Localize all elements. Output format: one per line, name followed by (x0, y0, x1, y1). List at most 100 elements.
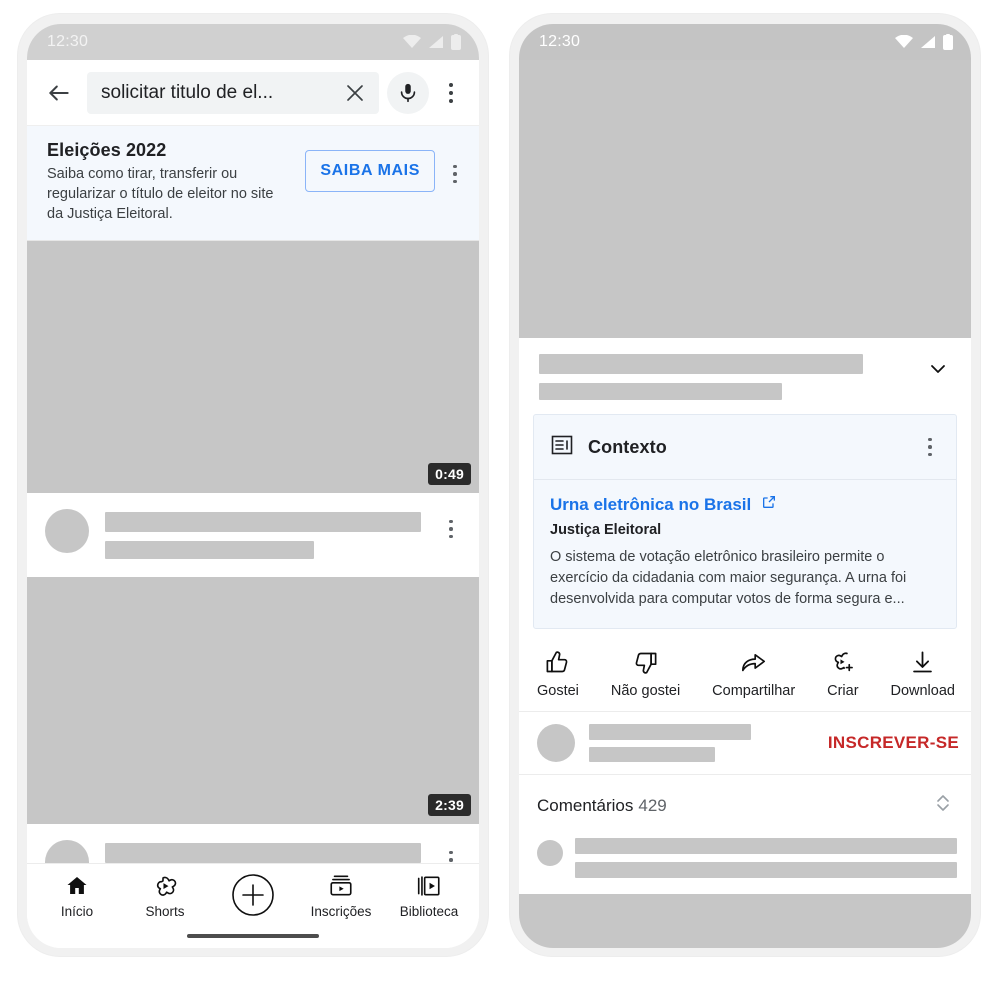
context-source: Justiça Eleitoral (550, 522, 662, 538)
video-more-vert-icon[interactable] (437, 840, 465, 863)
status-clock: 12:30 (539, 33, 581, 50)
search-app-bar: solicitar titulo de el... (27, 60, 479, 126)
action-label: Não gostei (610, 683, 681, 700)
action-nao-gostei[interactable]: Não gostei (611, 647, 680, 699)
search-input[interactable]: solicitar titulo de el... (87, 71, 379, 114)
video-player[interactable] (519, 60, 971, 338)
comments-count: 429 (638, 795, 667, 815)
channel-name-skeleton (589, 724, 814, 763)
context-card-title: Contexto (588, 436, 667, 457)
channel-row[interactable]: INSCREVER-SE (519, 712, 971, 776)
search-input-value: solicitar titulo de el... (101, 81, 274, 103)
open-in-new-icon (761, 494, 777, 515)
context-more-vert-icon[interactable] (916, 427, 944, 467)
library-icon (416, 872, 442, 900)
video-more-vert-icon[interactable] (437, 509, 465, 549)
context-card: Contexto Urna eletrônica no Brasil Justi… (533, 414, 957, 630)
action-compartilhar[interactable]: Compartilhar (712, 647, 795, 699)
nav-label: Shorts (145, 904, 185, 919)
status-icons (895, 34, 953, 50)
video-duration-badge: 0:49 (428, 463, 471, 485)
context-card-body: Urna eletrônica no Brasil Justiça Eleito… (534, 480, 956, 628)
comment-text-skeleton (575, 838, 957, 879)
screenshot-stage: 12:30 solicitar titulo de el... Eleições… (0, 0, 998, 1000)
video-card[interactable]: 2:39 (27, 577, 479, 863)
battery-icon (451, 34, 461, 50)
battery-icon (943, 34, 953, 50)
shorts-icon (152, 872, 178, 900)
status-bar-left: 12:30 (27, 24, 479, 60)
context-card-header: Contexto (534, 415, 956, 480)
download-icon (909, 647, 936, 677)
action-criar[interactable]: Criar (827, 647, 859, 700)
back-arrow-icon[interactable] (39, 73, 79, 113)
status-icons (403, 34, 461, 50)
thumb-down-icon (632, 647, 659, 677)
comments-label-wrap: Comentários 429 (537, 796, 933, 816)
action-gostei[interactable]: Gostei (537, 647, 579, 699)
thumb-up-icon (544, 647, 571, 677)
action-label: Download (890, 683, 955, 700)
election-info-body: Saiba como tirar, transferir ou regulari… (47, 166, 274, 222)
context-description: O sistema de votação eletrônico brasilei… (550, 549, 907, 608)
action-label: Compartilhar (712, 683, 796, 700)
nav-label: Inscrições (310, 904, 372, 919)
share-icon (740, 647, 767, 677)
nav-label: Biblioteca (399, 904, 459, 919)
comment-avatar (537, 840, 563, 867)
bottom-navigation: Início Shorts Inscrições Biblioteca (27, 863, 479, 948)
more-vert-icon[interactable] (437, 73, 465, 113)
create-clip-icon (829, 647, 856, 677)
home-icon (65, 872, 89, 900)
video-feed[interactable]: 0:49 2:39 (27, 241, 479, 863)
election-info-title: Eleições 2022 (47, 140, 167, 160)
wifi-icon (403, 35, 421, 48)
phone-left-screen: 12:30 solicitar titulo de el... Eleições… (27, 24, 479, 948)
video-thumbnail[interactable]: 2:39 (27, 577, 479, 824)
microphone-icon[interactable] (387, 71, 429, 114)
bottom-nav-row: Início Shorts Inscrições Biblioteca (33, 872, 473, 922)
phone-left: 12:30 solicitar titulo de el... Eleições… (18, 14, 488, 956)
action-download[interactable]: Download (890, 647, 955, 699)
action-label: Criar (827, 683, 859, 700)
status-bar-right: 12:30 (519, 24, 971, 60)
comment-skeleton-row (519, 834, 971, 895)
video-title-skeleton (105, 840, 421, 863)
video-meta-row (27, 493, 479, 577)
nav-item-shorts[interactable]: Shorts (121, 872, 209, 919)
channel-avatar[interactable] (45, 840, 89, 863)
phone-right-screen: 12:30 Contexto Urna eletrônica no Brasil… (519, 24, 971, 948)
video-title-row[interactable] (519, 338, 971, 412)
video-card[interactable]: 0:49 (27, 241, 479, 577)
nav-item-biblioteca[interactable]: Biblioteca (385, 872, 473, 919)
phone-right: 12:30 Contexto Urna eletrônica no Brasil… (510, 14, 980, 956)
gesture-home-bar[interactable] (187, 934, 319, 938)
saiba-mais-button[interactable]: SAIBA MAIS (305, 150, 435, 192)
status-clock: 12:30 (47, 33, 89, 50)
plus-circle-icon (230, 872, 276, 918)
video-duration-badge: 2:39 (428, 794, 471, 816)
subscribe-button[interactable]: INSCREVER-SE (828, 733, 959, 753)
nav-item-inicio[interactable]: Início (33, 872, 121, 919)
content-placeholder-block (519, 894, 971, 948)
video-thumbnail[interactable]: 0:49 (27, 241, 479, 493)
signal-icon (921, 36, 935, 48)
comments-header[interactable]: Comentários 429 (519, 775, 971, 835)
nav-item-create[interactable] (209, 872, 297, 922)
nav-label: Início (60, 904, 94, 919)
close-icon[interactable] (335, 73, 375, 113)
video-title-skeleton (105, 509, 421, 559)
context-link[interactable]: Urna eletrônica no Brasil (550, 494, 940, 515)
channel-avatar[interactable] (537, 724, 575, 763)
info-card-more-vert-icon[interactable] (441, 154, 469, 194)
nav-item-inscricoes[interactable]: Inscrições (297, 872, 385, 919)
channel-avatar[interactable] (45, 509, 89, 553)
election-info-card: Eleições 2022 Saiba como tirar, transfer… (27, 126, 479, 241)
video-meta-row (27, 824, 479, 863)
chevron-down-icon[interactable] (921, 354, 955, 382)
video-title-skeleton (539, 354, 907, 400)
sort-updown-icon[interactable] (933, 791, 953, 820)
action-label: Gostei (537, 683, 579, 700)
article-icon (550, 433, 574, 462)
context-link-title: Urna eletrônica no Brasil (550, 494, 752, 514)
